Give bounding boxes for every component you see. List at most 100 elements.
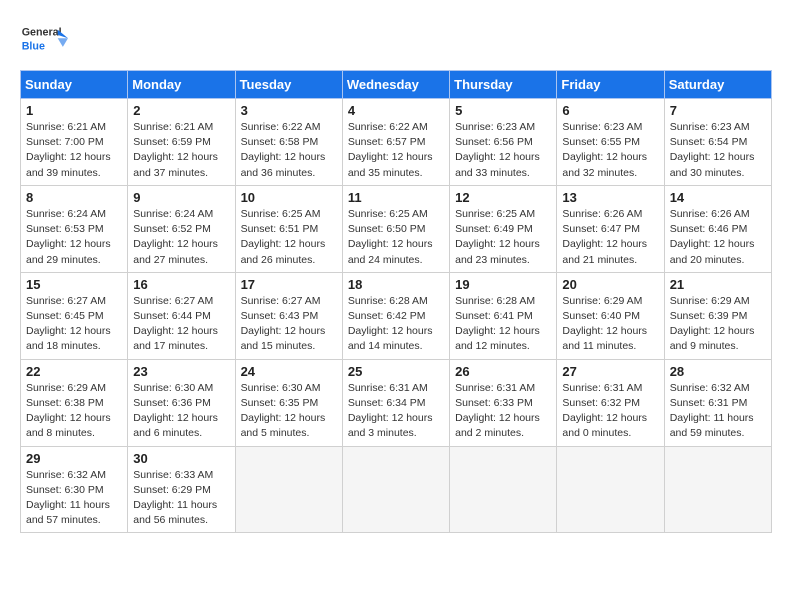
calendar-week-1: 8Sunrise: 6:24 AMSunset: 6:53 PMDaylight… bbox=[21, 185, 772, 272]
day-number: 27 bbox=[562, 364, 658, 379]
day-header-thursday: Thursday bbox=[450, 71, 557, 99]
day-detail: Sunrise: 6:32 AMSunset: 6:30 PMDaylight:… bbox=[26, 468, 122, 529]
day-number: 9 bbox=[133, 190, 229, 205]
day-detail: Sunrise: 6:23 AMSunset: 6:54 PMDaylight:… bbox=[670, 120, 766, 181]
day-number: 24 bbox=[241, 364, 337, 379]
calendar-cell: 7 Sunrise: 6:23 AMSunset: 6:54 PMDaylight… bbox=[664, 99, 771, 186]
day-number: 20 bbox=[562, 277, 658, 292]
calendar-cell: 27 Sunrise: 6:31 AMSunset: 6:32 PMDayligh… bbox=[557, 359, 664, 446]
calendar-cell: 2 Sunrise: 6:21 AMSunset: 6:59 PMDaylight… bbox=[128, 99, 235, 186]
calendar-cell bbox=[664, 446, 771, 533]
day-detail: Sunrise: 6:31 AMSunset: 6:32 PMDaylight:… bbox=[562, 381, 658, 442]
day-detail: Sunrise: 6:24 AMSunset: 6:52 PMDaylight:… bbox=[133, 207, 229, 268]
calendar-week-3: 22Sunrise: 6:29 AMSunset: 6:38 PMDayligh… bbox=[21, 359, 772, 446]
day-number: 29 bbox=[26, 451, 122, 466]
day-header-saturday: Saturday bbox=[664, 71, 771, 99]
day-detail: Sunrise: 6:33 AMSunset: 6:29 PMDaylight:… bbox=[133, 468, 229, 529]
day-detail: Sunrise: 6:30 AMSunset: 6:36 PMDaylight:… bbox=[133, 381, 229, 442]
calendar-cell bbox=[342, 446, 449, 533]
day-number: 26 bbox=[455, 364, 551, 379]
calendar-cell bbox=[235, 446, 342, 533]
calendar-cell: 22Sunrise: 6:29 AMSunset: 6:38 PMDayligh… bbox=[21, 359, 128, 446]
calendar-cell: 12 Sunrise: 6:25 AMSunset: 6:49 PMDayligh… bbox=[450, 185, 557, 272]
day-detail: Sunrise: 6:26 AMSunset: 6:47 PMDaylight:… bbox=[562, 207, 658, 268]
day-number: 28 bbox=[670, 364, 766, 379]
calendar-cell bbox=[557, 446, 664, 533]
calendar-table: SundayMondayTuesdayWednesdayThursdayFrid… bbox=[20, 70, 772, 533]
calendar-cell: 30 Sunrise: 6:33 AMSunset: 6:29 PMDayligh… bbox=[128, 446, 235, 533]
calendar-cell: 13 Sunrise: 6:26 AMSunset: 6:47 PMDayligh… bbox=[557, 185, 664, 272]
calendar-cell: 21Sunrise: 6:29 AMSunset: 6:39 PMDayligh… bbox=[664, 272, 771, 359]
day-detail: Sunrise: 6:31 AMSunset: 6:34 PMDaylight:… bbox=[348, 381, 444, 442]
calendar-cell: 17 Sunrise: 6:27 AMSunset: 6:43 PMDayligh… bbox=[235, 272, 342, 359]
day-number: 18 bbox=[348, 277, 444, 292]
day-detail: Sunrise: 6:31 AMSunset: 6:33 PMDaylight:… bbox=[455, 381, 551, 442]
day-number: 15 bbox=[26, 277, 122, 292]
day-detail: Sunrise: 6:26 AMSunset: 6:46 PMDaylight:… bbox=[670, 207, 766, 268]
calendar-week-2: 15 Sunrise: 6:27 AMSunset: 6:45 PMDayligh… bbox=[21, 272, 772, 359]
day-detail: Sunrise: 6:28 AMSunset: 6:41 PMDaylight:… bbox=[455, 294, 551, 355]
day-number: 4 bbox=[348, 103, 444, 118]
day-number: 25 bbox=[348, 364, 444, 379]
calendar-cell: 3 Sunrise: 6:22 AMSunset: 6:58 PMDaylight… bbox=[235, 99, 342, 186]
calendar-cell: 1 Sunrise: 6:21 AMSunset: 7:00 PMDaylight… bbox=[21, 99, 128, 186]
day-detail: Sunrise: 6:21 AMSunset: 6:59 PMDaylight:… bbox=[133, 120, 229, 181]
day-number: 2 bbox=[133, 103, 229, 118]
day-number: 14 bbox=[670, 190, 766, 205]
day-header-wednesday: Wednesday bbox=[342, 71, 449, 99]
day-detail: Sunrise: 6:29 AMSunset: 6:39 PMDaylight:… bbox=[670, 294, 766, 355]
calendar-cell: 10 Sunrise: 6:25 AMSunset: 6:51 PMDayligh… bbox=[235, 185, 342, 272]
day-detail: Sunrise: 6:23 AMSunset: 6:56 PMDaylight:… bbox=[455, 120, 551, 181]
day-number: 6 bbox=[562, 103, 658, 118]
day-number: 10 bbox=[241, 190, 337, 205]
page-header: General Blue bbox=[20, 20, 772, 60]
day-detail: Sunrise: 6:25 AMSunset: 6:50 PMDaylight:… bbox=[348, 207, 444, 268]
day-number: 8 bbox=[26, 190, 122, 205]
calendar-cell: 11 Sunrise: 6:25 AMSunset: 6:50 PMDayligh… bbox=[342, 185, 449, 272]
calendar-cell: 19Sunrise: 6:28 AMSunset: 6:41 PMDayligh… bbox=[450, 272, 557, 359]
day-number: 5 bbox=[455, 103, 551, 118]
calendar-cell: 20Sunrise: 6:29 AMSunset: 6:40 PMDayligh… bbox=[557, 272, 664, 359]
day-header-monday: Monday bbox=[128, 71, 235, 99]
calendar-week-4: 29 Sunrise: 6:32 AMSunset: 6:30 PMDayligh… bbox=[21, 446, 772, 533]
calendar-cell: 4Sunrise: 6:22 AMSunset: 6:57 PMDaylight… bbox=[342, 99, 449, 186]
day-detail: Sunrise: 6:25 AMSunset: 6:51 PMDaylight:… bbox=[241, 207, 337, 268]
day-detail: Sunrise: 6:25 AMSunset: 6:49 PMDaylight:… bbox=[455, 207, 551, 268]
calendar-header: SundayMondayTuesdayWednesdayThursdayFrid… bbox=[21, 71, 772, 99]
day-detail: Sunrise: 6:27 AMSunset: 6:45 PMDaylight:… bbox=[26, 294, 122, 355]
day-number: 12 bbox=[455, 190, 551, 205]
day-detail: Sunrise: 6:21 AMSunset: 7:00 PMDaylight:… bbox=[26, 120, 122, 181]
day-number: 11 bbox=[348, 190, 444, 205]
day-number: 7 bbox=[670, 103, 766, 118]
calendar-cell: 6 Sunrise: 6:23 AMSunset: 6:55 PMDaylight… bbox=[557, 99, 664, 186]
day-number: 3 bbox=[241, 103, 337, 118]
calendar-cell: 8Sunrise: 6:24 AMSunset: 6:53 PMDaylight… bbox=[21, 185, 128, 272]
svg-text:General: General bbox=[22, 27, 62, 39]
calendar-cell: 29 Sunrise: 6:32 AMSunset: 6:30 PMDayligh… bbox=[21, 446, 128, 533]
day-number: 13 bbox=[562, 190, 658, 205]
day-number: 22 bbox=[26, 364, 122, 379]
day-detail: Sunrise: 6:30 AMSunset: 6:35 PMDaylight:… bbox=[241, 381, 337, 442]
day-number: 30 bbox=[133, 451, 229, 466]
day-number: 23 bbox=[133, 364, 229, 379]
calendar-cell: 25 Sunrise: 6:31 AMSunset: 6:34 PMDayligh… bbox=[342, 359, 449, 446]
logo-svg: General Blue bbox=[20, 20, 80, 60]
day-detail: Sunrise: 6:23 AMSunset: 6:55 PMDaylight:… bbox=[562, 120, 658, 181]
day-header-tuesday: Tuesday bbox=[235, 71, 342, 99]
day-number: 16 bbox=[133, 277, 229, 292]
logo: General Blue bbox=[20, 20, 80, 60]
day-detail: Sunrise: 6:32 AMSunset: 6:31 PMDaylight:… bbox=[670, 381, 766, 442]
day-number: 1 bbox=[26, 103, 122, 118]
calendar-cell bbox=[450, 446, 557, 533]
calendar-cell: 16 Sunrise: 6:27 AMSunset: 6:44 PMDayligh… bbox=[128, 272, 235, 359]
day-detail: Sunrise: 6:22 AMSunset: 6:58 PMDaylight:… bbox=[241, 120, 337, 181]
calendar-cell: 28 Sunrise: 6:32 AMSunset: 6:31 PMDayligh… bbox=[664, 359, 771, 446]
day-header-friday: Friday bbox=[557, 71, 664, 99]
day-header-sunday: Sunday bbox=[21, 71, 128, 99]
svg-text:Blue: Blue bbox=[22, 40, 45, 52]
day-number: 17 bbox=[241, 277, 337, 292]
calendar-week-0: 1 Sunrise: 6:21 AMSunset: 7:00 PMDaylight… bbox=[21, 99, 772, 186]
day-detail: Sunrise: 6:27 AMSunset: 6:44 PMDaylight:… bbox=[133, 294, 229, 355]
day-detail: Sunrise: 6:27 AMSunset: 6:43 PMDaylight:… bbox=[241, 294, 337, 355]
calendar-cell: 5 Sunrise: 6:23 AMSunset: 6:56 PMDaylight… bbox=[450, 99, 557, 186]
